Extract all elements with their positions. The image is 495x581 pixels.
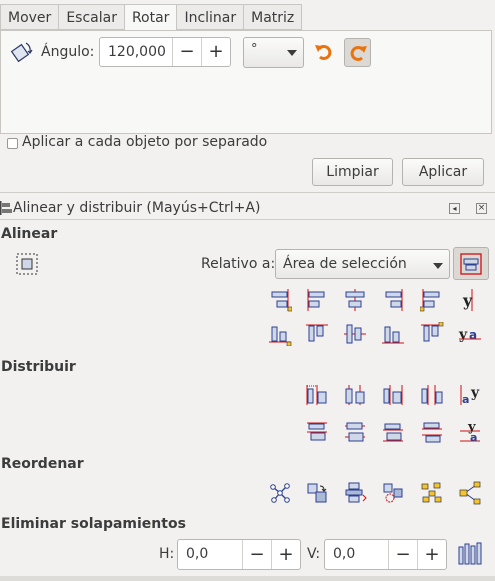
panel-close-button[interactable]: ×: [476, 203, 487, 214]
distribute-baselines-vertically-icon[interactable]: ya: [458, 420, 482, 444]
horizontal-gap-increment-button[interactable]: +: [271, 540, 300, 569]
move-selection-as-group-toggle[interactable]: [453, 247, 489, 280]
align-right-edges-icon[interactable]: [381, 288, 405, 312]
make-horizontal-gaps-equal-icon[interactable]: [420, 383, 444, 407]
horizontal-gap-label: H:: [159, 546, 175, 562]
align-right-edge-to-left-anchor-icon[interactable]: [268, 288, 292, 312]
apply-separately-checkbox[interactable]: [7, 138, 18, 149]
angle-decrement-button[interactable]: −: [172, 38, 201, 66]
remove-overlaps-icon[interactable]: [458, 542, 482, 566]
make-vertical-gaps-equal-icon[interactable]: [420, 420, 444, 444]
svg-text:a: a: [462, 393, 469, 406]
tab-scale[interactable]: Escalar: [59, 4, 125, 30]
rearrange-section-title: Reordenar: [1, 456, 84, 472]
randomize-centers-icon[interactable]: [420, 481, 444, 505]
transform-tabs: Mover Escalar Rotar Inclinar Matriz: [0, 4, 303, 32]
tab-rotate[interactable]: Rotar: [124, 4, 178, 32]
relative-to-select[interactable]: Área de selección: [275, 249, 450, 279]
distribute-bottom-edges-icon[interactable]: [381, 420, 405, 444]
align-anchor-icon: [460, 253, 482, 275]
angle-unit-select[interactable]: °: [243, 37, 304, 68]
svg-text:a: a: [470, 431, 477, 444]
distribute-right-edges-icon[interactable]: [381, 383, 405, 407]
angle-label: Ángulo:: [41, 44, 95, 60]
exchange-positions-clockwise-icon[interactable]: [381, 481, 405, 505]
align-top-edge-to-bottom-anchor-icon[interactable]: [420, 322, 444, 346]
svg-text:y: y: [462, 291, 473, 310]
vertical-gap-input[interactable]: 0,0: [333, 546, 355, 562]
distribute-left-edges-icon[interactable]: [305, 383, 329, 407]
treat-selection-as-group-icon[interactable]: [16, 253, 38, 275]
horizontal-gap-decrement-button[interactable]: −: [242, 540, 271, 569]
vertical-gap-spinbox: 0,0 − +: [324, 539, 447, 570]
unclump-objects-icon[interactable]: [458, 481, 482, 505]
horizontal-gap-spinbox: 0,0 − +: [177, 539, 301, 570]
svg-text:a: a: [469, 328, 477, 342]
exchange-positions-selection-order-icon[interactable]: [305, 481, 329, 505]
rotate-counterclockwise-icon[interactable]: [313, 41, 335, 63]
vertical-gap-increment-button[interactable]: +: [417, 540, 446, 569]
chevron-down-icon: [287, 50, 297, 56]
relative-to-label: Relativo a:: [201, 256, 276, 272]
relative-to-value: Área de selección: [283, 256, 407, 272]
align-left-edges-icon[interactable]: [305, 288, 329, 312]
align-top-edges-icon[interactable]: [305, 322, 329, 346]
align-text-anchors-horizontally-icon[interactable]: y: [458, 288, 482, 312]
horizontal-gap-input[interactable]: 0,0: [186, 546, 208, 562]
distribute-centers-vertically-icon[interactable]: [343, 420, 367, 444]
panel-divider: [0, 192, 495, 193]
angle-input[interactable]: 120,000: [108, 44, 166, 60]
svg-text:y: y: [470, 385, 480, 401]
apply-button[interactable]: Aplicar: [402, 158, 484, 186]
remove-overlaps-section-title: Eliminar solapamientos: [1, 516, 186, 532]
chevron-down-icon: [433, 263, 443, 269]
panel-bottom-edge: [0, 576, 495, 581]
rotate-clockwise-icon: [350, 45, 367, 61]
rearrange-graph-icon[interactable]: [268, 481, 292, 505]
distribute-top-edges-icon[interactable]: [305, 420, 329, 444]
tab-move[interactable]: Mover: [0, 4, 60, 30]
align-left-edge-to-right-anchor-icon[interactable]: [420, 288, 444, 312]
angle-spinbox: 120,000 − +: [99, 37, 231, 67]
clear-button[interactable]: Limpiar: [312, 158, 393, 186]
rotate-angle-icon: [10, 42, 33, 63]
rotate-clockwise-toggle[interactable]: [344, 38, 371, 67]
align-baseline-anchors-vertically-icon[interactable]: ya: [458, 322, 482, 346]
distribute-text-anchors-horizontally-icon[interactable]: ay: [458, 383, 482, 407]
vertical-gap-decrement-button[interactable]: −: [388, 540, 417, 569]
center-on-vertical-axis-icon[interactable]: [343, 288, 367, 312]
panel-iconify-button[interactable]: ◂: [449, 203, 460, 214]
apply-separately-label: Aplicar a cada objeto por separado: [22, 134, 268, 150]
center-on-horizontal-axis-icon[interactable]: [343, 322, 367, 346]
tab-matrix[interactable]: Matriz: [244, 4, 303, 30]
align-panel-icon: [0, 201, 12, 215]
angle-unit-value: °: [251, 42, 258, 57]
svg-text:y: y: [458, 327, 468, 343]
distribute-centers-horizontally-icon[interactable]: [343, 383, 367, 407]
angle-increment-button[interactable]: +: [201, 38, 230, 66]
panel-header-divider: [0, 219, 495, 220]
align-section-title: Alinear: [1, 226, 58, 242]
tab-skew[interactable]: Inclinar: [177, 4, 245, 30]
align-bottom-edges-icon[interactable]: [381, 322, 405, 346]
align-bottom-edge-to-top-anchor-icon[interactable]: [268, 322, 292, 346]
distribute-section-title: Distribuir: [1, 359, 76, 375]
exchange-positions-stacking-order-icon[interactable]: [343, 481, 367, 505]
vertical-gap-label: V:: [307, 546, 321, 562]
align-panel-title: Alinear y distribuir (Mayús+Ctrl+A): [13, 200, 261, 216]
